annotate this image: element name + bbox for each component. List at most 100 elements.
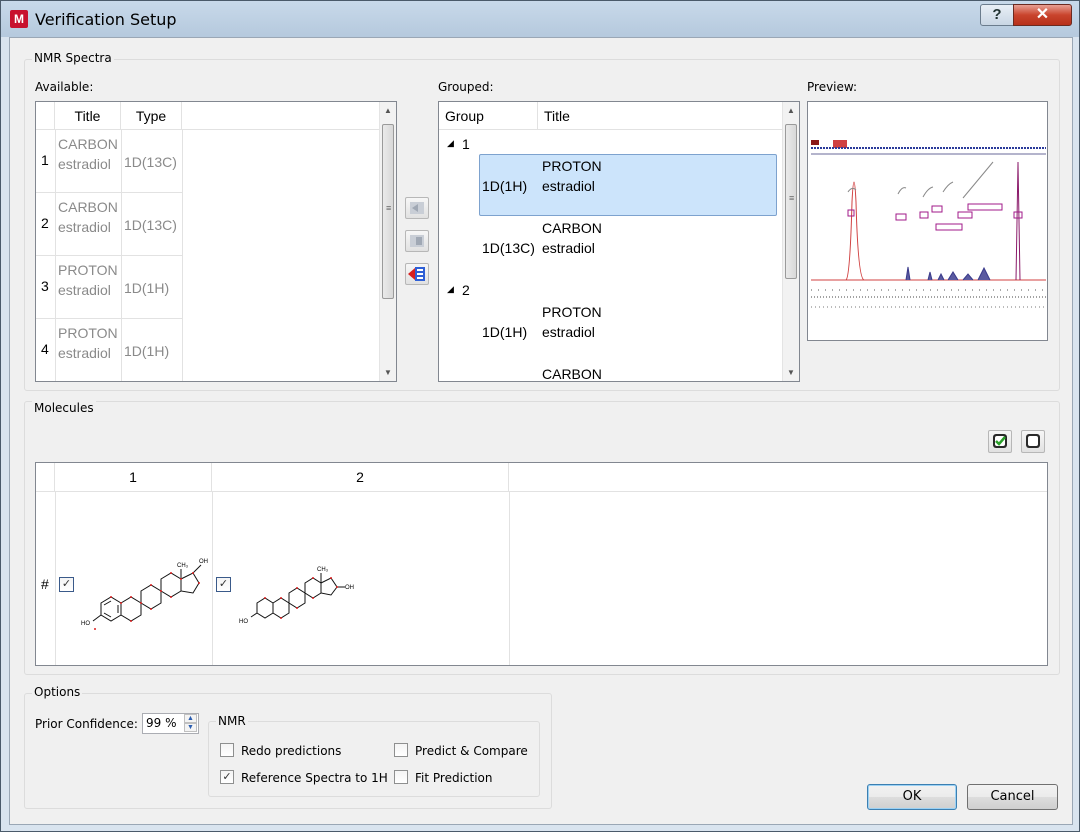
col-divider xyxy=(121,130,122,381)
svg-text:HO: HO xyxy=(81,621,90,627)
available-row-3[interactable]: 3 PROTON estradiol 1D(1H) xyxy=(36,256,182,319)
col-divider xyxy=(55,130,56,381)
prior-confidence-value[interactable]: 99 % xyxy=(146,716,177,730)
grouped-item-title1: CARBON xyxy=(542,220,602,236)
add-to-group-button[interactable] xyxy=(405,197,429,219)
available-label: Available: xyxy=(35,80,94,94)
row-number: 3 xyxy=(41,278,49,294)
grouped-item-title1: PROTON xyxy=(542,158,602,174)
spectrum-preview-plot xyxy=(811,140,1046,308)
reference-spectra-checkbox[interactable]: ✓ xyxy=(220,770,234,784)
spectrum-title-line1: CARBON xyxy=(58,199,118,215)
predict-compare-label[interactable]: Predict & Compare xyxy=(415,744,528,758)
molecule-2-structure: HO CH₃ OH xyxy=(239,567,354,625)
molecule-2-checkbox[interactable]: ✓ xyxy=(216,577,231,592)
grouped-scrollbar[interactable]: ▲ ≡ ▼ xyxy=(782,102,799,381)
app-icon: M xyxy=(10,10,28,28)
col-divider xyxy=(212,492,213,665)
molecules-table[interactable]: 1 2 # ✓ ✓ HO CH₃ OH HO CH₃ OH xyxy=(35,462,1048,666)
molecules-header-col2[interactable]: 2 xyxy=(212,463,509,492)
grouped-tree[interactable]: Group Title ◢ 1 1D(1H) PROTON estradiol … xyxy=(438,101,800,382)
grouped-item-type: 1D(1H) xyxy=(482,324,528,340)
nmr-options-title: NMR xyxy=(216,714,248,728)
molecules-corner-header xyxy=(36,463,55,492)
spin-up-icon[interactable]: ▲ xyxy=(184,714,197,723)
close-button[interactable]: ✕ xyxy=(1013,4,1072,26)
available-header-title[interactable]: Title xyxy=(55,102,121,130)
spectrum-type: 1D(13C) xyxy=(124,154,177,170)
molecules-title: Molecules xyxy=(32,401,96,415)
available-corner-header xyxy=(36,102,55,130)
scroll-down-icon[interactable]: ▼ xyxy=(787,368,795,377)
collapse-icon[interactable]: ◢ xyxy=(447,284,454,295)
spectrum-type: 1D(1H) xyxy=(124,280,170,296)
spectrum-title-line1: PROTON xyxy=(58,325,118,341)
available-table[interactable]: Title Type 1 CARBON estradiol 1D(13C) 2 … xyxy=(35,101,397,382)
spectrum-title-line2: estradiol xyxy=(58,219,111,235)
title-bar[interactable]: M Verification Setup ? ✕ xyxy=(1,1,1079,37)
cancel-button[interactable]: Cancel xyxy=(967,784,1058,810)
scroll-thumb[interactable]: ≡ xyxy=(785,124,797,279)
collapse-icon[interactable]: ◢ xyxy=(447,138,454,149)
grouped-header-title[interactable]: Title xyxy=(538,102,784,130)
molecule-1-structure: HO CH₃ OH xyxy=(81,559,208,630)
available-header-type[interactable]: Type xyxy=(121,102,182,130)
scroll-down-icon[interactable]: ▼ xyxy=(384,368,392,377)
spectrum-title-line1: PROTON xyxy=(58,262,118,278)
verification-setup-window: M Verification Setup ? ✕ NMR Spectra Ava… xyxy=(0,0,1080,832)
redo-predictions-label[interactable]: Redo predictions xyxy=(241,744,341,758)
spectrum-type: 1D(13C) xyxy=(124,217,177,233)
dialog-client: NMR Spectra Available: Grouped: Preview:… xyxy=(9,37,1073,825)
available-row-2[interactable]: 2 CARBON estradiol 1D(13C) xyxy=(36,193,182,256)
grouped-item-type: 1D(13C) xyxy=(482,240,535,256)
new-group-button[interactable] xyxy=(405,230,429,252)
molecules-header-col1[interactable]: 1 xyxy=(55,463,212,492)
redo-predictions-checkbox[interactable] xyxy=(220,743,234,757)
help-button[interactable]: ? xyxy=(980,4,1014,26)
available-row-4[interactable]: 4 PROTON estradiol 1D(1H) xyxy=(36,319,182,381)
svg-text:OH: OH xyxy=(345,585,354,591)
prior-confidence-spinbox[interactable]: 99 % ▲ ▼ xyxy=(142,713,199,734)
spectrum-title-line2: estradiol xyxy=(58,282,111,298)
preview-label: Preview: xyxy=(807,80,858,94)
scroll-up-icon[interactable]: ▲ xyxy=(787,106,795,115)
fit-prediction-label[interactable]: Fit Prediction xyxy=(415,771,493,785)
ok-button[interactable]: OK xyxy=(867,784,957,810)
molecules-header-filler xyxy=(509,463,1047,492)
svg-text:CH₃: CH₃ xyxy=(317,567,329,573)
grouped-header-group[interactable]: Group xyxy=(439,102,538,130)
reference-spectra-label[interactable]: Reference Spectra to 1H xyxy=(241,771,388,785)
options-title: Options xyxy=(32,685,83,699)
svg-text:HO: HO xyxy=(239,619,248,625)
spectrum-type: 1D(1H) xyxy=(124,343,170,359)
scroll-up-icon[interactable]: ▲ xyxy=(384,106,392,115)
available-scrollbar[interactable]: ▲ ≡ ▼ xyxy=(379,102,396,381)
grouped-item-title1: CARBON xyxy=(542,366,602,382)
spectrum-title-line2: estradiol xyxy=(58,345,111,361)
fit-prediction-checkbox[interactable] xyxy=(394,770,408,784)
svg-text:CH₃: CH₃ xyxy=(177,563,189,569)
nmr-spectra-title: NMR Spectra xyxy=(32,51,114,65)
window-title: Verification Setup xyxy=(35,10,177,29)
molecule-row-label: # xyxy=(41,576,49,592)
check-all-icon xyxy=(993,434,1007,448)
remove-from-group-button[interactable] xyxy=(405,263,429,285)
check-all-button[interactable] xyxy=(988,430,1012,453)
group-id: 1 xyxy=(462,136,470,152)
spectrum-title-line2: estradiol xyxy=(58,156,111,172)
row-number: 2 xyxy=(41,215,49,231)
row-number: 4 xyxy=(41,341,49,357)
uncheck-all-button[interactable] xyxy=(1021,430,1045,453)
col-divider xyxy=(182,130,183,381)
grouped-item-title2: estradiol xyxy=(542,240,595,256)
predict-compare-checkbox[interactable] xyxy=(394,743,408,757)
spectrum-preview xyxy=(807,101,1048,341)
grouped-item-title2: estradiol xyxy=(542,324,595,340)
prior-confidence-label: Prior Confidence: xyxy=(35,717,138,731)
molecule-1-checkbox[interactable]: ✓ xyxy=(59,577,74,592)
scroll-thumb[interactable]: ≡ xyxy=(382,124,394,299)
uncheck-all-icon xyxy=(1026,434,1040,448)
spin-down-icon[interactable]: ▼ xyxy=(184,723,197,732)
available-row-1[interactable]: 1 CARBON estradiol 1D(13C) xyxy=(36,130,182,193)
col-divider xyxy=(509,492,510,665)
